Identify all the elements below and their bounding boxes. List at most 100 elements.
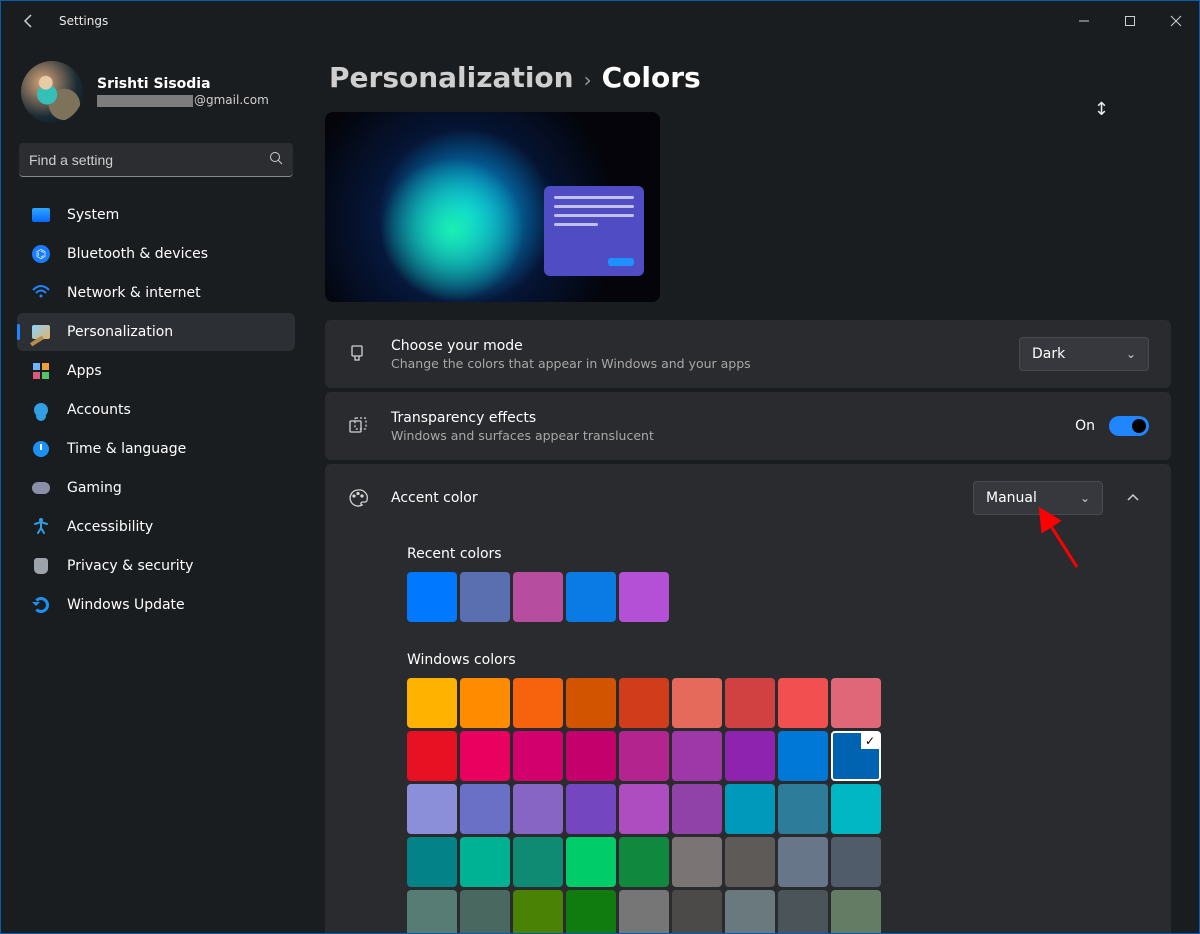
windows-color-swatch[interactable] bbox=[672, 837, 722, 887]
windows-color-swatch[interactable] bbox=[407, 731, 457, 781]
windows-color-swatch[interactable] bbox=[407, 784, 457, 834]
sidebar-item-label: Accounts bbox=[67, 402, 131, 418]
acct-icon bbox=[31, 400, 51, 420]
sidebar-item-label: Windows Update bbox=[67, 597, 185, 613]
settings-window: Settings Srishti Sisodia @gmail.com bbox=[0, 0, 1200, 934]
windows-color-swatch[interactable] bbox=[725, 837, 775, 887]
recent-color-swatch[interactable] bbox=[566, 572, 616, 622]
back-button[interactable] bbox=[11, 3, 47, 39]
sidebar-item-network-internet[interactable]: Network & internet bbox=[17, 274, 295, 312]
breadcrumb-root[interactable]: Personalization bbox=[329, 61, 574, 94]
minimize-button[interactable] bbox=[1061, 1, 1107, 41]
transparency-subtitle: Windows and surfaces appear translucent bbox=[391, 428, 1075, 443]
transparency-toggle[interactable] bbox=[1109, 416, 1149, 436]
windows-color-swatch[interactable] bbox=[778, 731, 828, 781]
windows-color-swatch[interactable] bbox=[672, 731, 722, 781]
system-icon bbox=[31, 205, 51, 225]
windows-color-swatch[interactable] bbox=[407, 678, 457, 728]
transparency-card: Transparency effects Windows and surface… bbox=[325, 392, 1171, 460]
chevron-down-icon: ⌄ bbox=[1126, 347, 1136, 361]
user-block[interactable]: Srishti Sisodia @gmail.com bbox=[11, 56, 301, 143]
windows-color-swatch[interactable] bbox=[566, 890, 616, 933]
recent-color-swatch[interactable] bbox=[407, 572, 457, 622]
windows-color-swatch[interactable] bbox=[725, 784, 775, 834]
search-input[interactable] bbox=[19, 143, 293, 177]
theme-preview bbox=[325, 112, 660, 302]
windows-color-swatch[interactable] bbox=[407, 890, 457, 933]
windows-color-swatch[interactable] bbox=[566, 837, 616, 887]
priv-icon bbox=[31, 556, 51, 576]
windows-color-swatch[interactable] bbox=[672, 890, 722, 933]
windows-color-swatch[interactable] bbox=[831, 784, 881, 834]
app-title: Settings bbox=[59, 14, 108, 28]
sidebar-item-bluetooth-devices[interactable]: ⌬ Bluetooth & devices bbox=[17, 235, 295, 273]
time-icon bbox=[31, 439, 51, 459]
windows-colors-heading: Windows colors bbox=[407, 652, 1149, 668]
sidebar-item-accounts[interactable]: Accounts bbox=[17, 391, 295, 429]
windows-color-swatch[interactable] bbox=[513, 890, 563, 933]
windows-color-swatch[interactable] bbox=[778, 678, 828, 728]
windows-color-swatch[interactable] bbox=[566, 678, 616, 728]
pers-icon bbox=[31, 322, 51, 342]
windows-color-swatch[interactable] bbox=[566, 731, 616, 781]
windows-color-swatch[interactable] bbox=[619, 731, 669, 781]
windows-color-swatch[interactable] bbox=[619, 784, 669, 834]
accent-dropdown[interactable]: Manual ⌄ bbox=[973, 481, 1103, 515]
windows-color-swatch[interactable] bbox=[460, 890, 510, 933]
palette-icon bbox=[347, 487, 369, 509]
sidebar-item-label: Accessibility bbox=[67, 519, 153, 535]
windows-color-swatch[interactable] bbox=[460, 784, 510, 834]
sidebar-item-accessibility[interactable]: Accessibility bbox=[17, 508, 295, 546]
recent-color-swatch[interactable] bbox=[460, 572, 510, 622]
windows-color-swatch[interactable] bbox=[513, 678, 563, 728]
recent-color-swatch[interactable] bbox=[619, 572, 669, 622]
windows-color-swatch[interactable] bbox=[460, 731, 510, 781]
windows-color-swatch[interactable] bbox=[513, 784, 563, 834]
windows-color-swatch[interactable] bbox=[831, 837, 881, 887]
sidebar-item-label: Network & internet bbox=[67, 285, 201, 301]
preview-window bbox=[544, 186, 644, 276]
windows-color-swatch[interactable] bbox=[831, 678, 881, 728]
accent-row[interactable]: Accent color Manual ⌄ bbox=[347, 464, 1149, 532]
transparency-title: Transparency effects bbox=[391, 410, 1075, 426]
search-field[interactable] bbox=[29, 152, 269, 168]
mode-dropdown[interactable]: Dark ⌄ bbox=[1019, 337, 1149, 371]
windows-color-swatch[interactable] bbox=[725, 731, 775, 781]
sidebar-item-privacy-security[interactable]: Privacy & security bbox=[17, 547, 295, 585]
bluetooth-icon: ⌬ bbox=[31, 244, 51, 264]
windows-color-swatch[interactable] bbox=[460, 678, 510, 728]
windows-color-swatch[interactable] bbox=[513, 731, 563, 781]
sidebar-item-label: Bluetooth & devices bbox=[67, 246, 208, 262]
sidebar-item-apps[interactable]: Apps bbox=[17, 352, 295, 390]
sidebar-item-system[interactable]: System bbox=[17, 196, 295, 234]
windows-color-swatch[interactable] bbox=[513, 837, 563, 887]
windows-color-swatch[interactable] bbox=[619, 837, 669, 887]
windows-color-swatch[interactable] bbox=[566, 784, 616, 834]
windows-color-swatch[interactable] bbox=[619, 678, 669, 728]
windows-color-swatch[interactable] bbox=[778, 837, 828, 887]
windows-color-swatch[interactable] bbox=[725, 890, 775, 933]
close-button[interactable] bbox=[1153, 1, 1199, 41]
sidebar-item-windows-update[interactable]: Windows Update bbox=[17, 586, 295, 624]
windows-color-swatch[interactable] bbox=[778, 890, 828, 933]
windows-color-swatch[interactable] bbox=[831, 731, 881, 781]
mode-row[interactable]: Choose your mode Change the colors that … bbox=[347, 320, 1149, 388]
windows-color-swatch[interactable] bbox=[831, 890, 881, 933]
windows-color-swatch[interactable] bbox=[725, 678, 775, 728]
windows-color-swatch[interactable] bbox=[407, 837, 457, 887]
update-icon bbox=[31, 595, 51, 615]
sidebar-nav: System ⌬ Bluetooth & devices Network & inte… bbox=[11, 195, 301, 625]
windows-color-swatch[interactable] bbox=[672, 784, 722, 834]
transparency-row[interactable]: Transparency effects Windows and surface… bbox=[347, 392, 1149, 460]
sidebar-item-personalization[interactable]: Personalization bbox=[17, 313, 295, 351]
recent-color-swatch[interactable] bbox=[513, 572, 563, 622]
main-content: Personalization › Colors bbox=[311, 41, 1199, 933]
windows-color-swatch[interactable] bbox=[619, 890, 669, 933]
sidebar-item-gaming[interactable]: Gaming bbox=[17, 469, 295, 507]
windows-color-swatch[interactable] bbox=[778, 784, 828, 834]
windows-color-swatch[interactable] bbox=[672, 678, 722, 728]
sidebar-item-time-language[interactable]: Time & language bbox=[17, 430, 295, 468]
windows-color-swatch[interactable] bbox=[460, 837, 510, 887]
collapse-button[interactable] bbox=[1117, 482, 1149, 514]
maximize-button[interactable] bbox=[1107, 1, 1153, 41]
